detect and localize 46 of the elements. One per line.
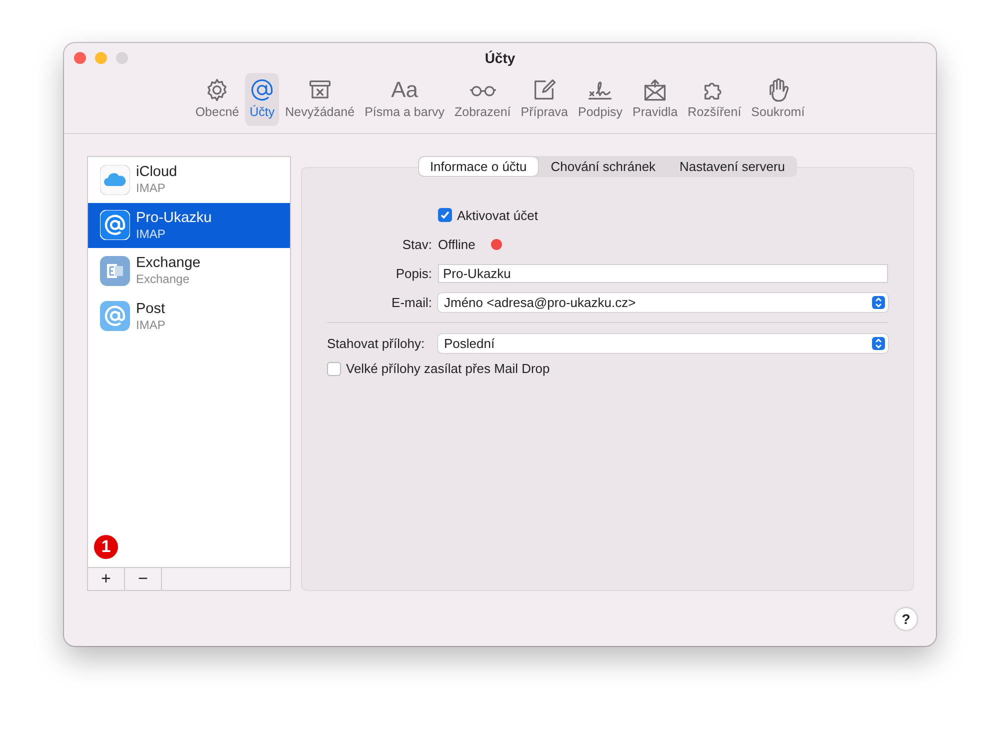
annotation-badge: 1 <box>94 535 118 559</box>
toolbar-button[interactable]: Zobrazení <box>450 73 515 126</box>
zoom-button[interactable] <box>116 52 128 64</box>
tab[interactable]: Chování schránek <box>540 157 667 176</box>
toolbar-button[interactable]: Soukromí <box>747 73 809 126</box>
field-label: Popis: <box>394 266 433 280</box>
remove-button[interactable]: − <box>125 568 162 590</box>
field-label: E-mail: <box>390 294 433 310</box>
stepper-icon <box>872 336 885 350</box>
stepper-icon <box>872 296 885 308</box>
account-item[interactable]: Pro-Ukazku IMAP <box>88 202 290 248</box>
at-sign-icon <box>100 301 130 332</box>
checkbox-label: Velké přílohy zasílat přes Mail Drop <box>346 361 550 376</box>
popup-button[interactable]: Jméno <adresa@pro-ukazku.cz> <box>438 292 888 312</box>
help-button[interactable]: ? <box>895 608 917 630</box>
checkbox[interactable] <box>438 208 452 222</box>
toolbar-button[interactable]: Pravidla <box>628 73 682 126</box>
font-icon: Aa <box>391 77 418 103</box>
close-button[interactable] <box>74 52 86 64</box>
account-item[interactable]: iCloud IMAP <box>88 157 290 202</box>
account-item[interactable]: Post IMAP <box>88 294 290 339</box>
toolbar-button[interactable]: Aa Písma a barvy <box>360 73 448 126</box>
field-label: Stahovat přílohy: <box>327 336 426 350</box>
checkbox[interactable] <box>327 362 341 376</box>
window-title: Účty <box>484 50 516 66</box>
text-field[interactable]: Pro-Ukazku <box>438 264 888 282</box>
cloud-icon <box>100 164 130 195</box>
exchange-icon <box>100 256 130 286</box>
toolbar-button[interactable]: Nevyžádané <box>281 73 359 126</box>
field-label: Stav: <box>401 236 433 252</box>
toolbar-button[interactable]: Příprava <box>516 73 572 126</box>
toolbar-button[interactable]: Podpisy <box>574 73 626 126</box>
checkbox-label: Aktivovat účet <box>457 208 538 222</box>
tab[interactable]: Nastavení serveru <box>668 157 796 176</box>
status-text: Offline <box>438 236 476 252</box>
envelope-icon <box>642 77 668 103</box>
toolbar-button[interactable]: Obecné <box>191 73 244 126</box>
minimize-button[interactable] <box>95 52 107 64</box>
account-item[interactable]: Exchange Exchange <box>88 248 290 294</box>
toolbar-button[interactable]: Účty <box>245 73 280 126</box>
at-sign-icon <box>100 210 130 240</box>
popup-button[interactable]: Poslední <box>438 334 888 352</box>
tab[interactable]: Informace o účtu <box>418 157 538 176</box>
toolbar-button[interactable]: Rozšíření <box>684 73 746 126</box>
add-button[interactable]: + <box>88 568 125 590</box>
at-sign-icon <box>249 77 276 103</box>
